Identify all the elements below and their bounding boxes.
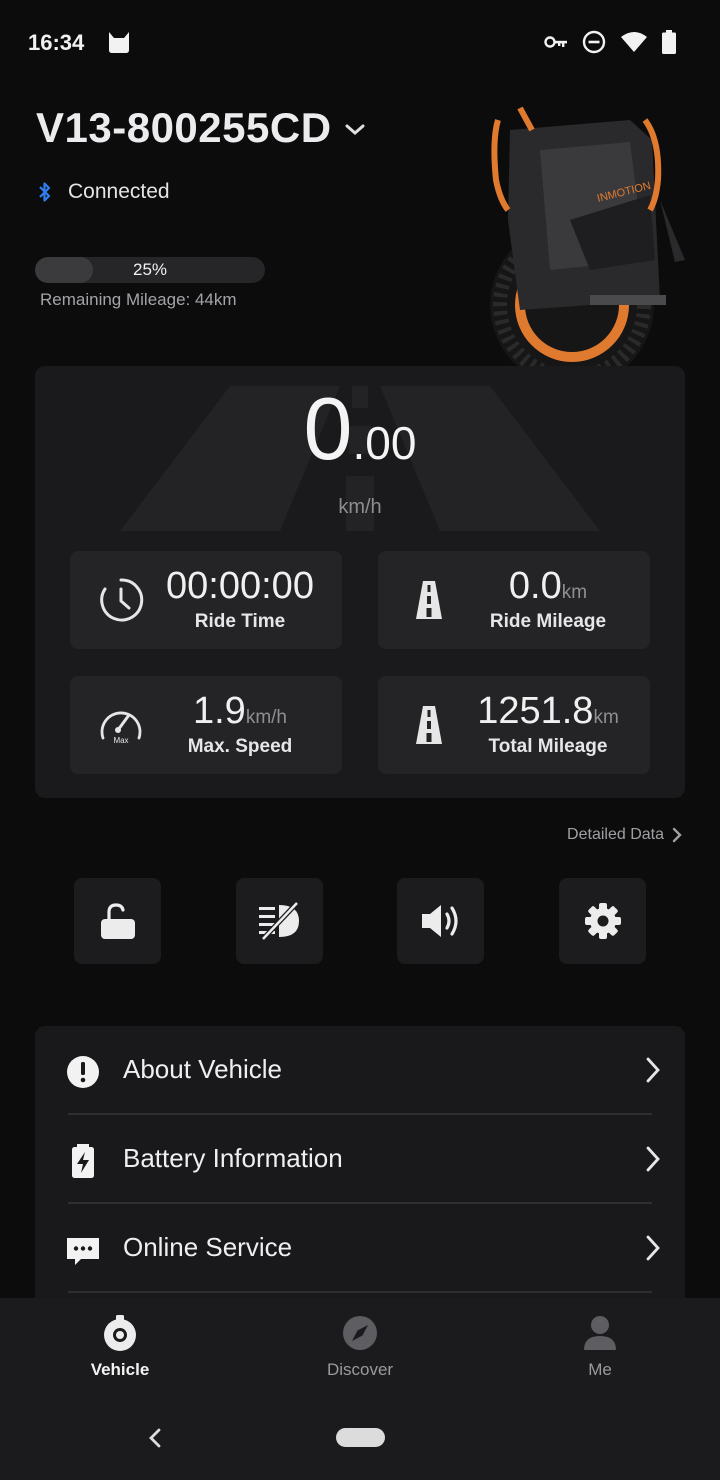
battery-icon [662,30,676,54]
nav-discover[interactable]: Discover [280,1314,440,1380]
battery-percent: 25% [132,260,168,279]
road-icon [416,706,442,744]
menu-battery-information[interactable]: Battery Information [35,1115,685,1204]
road-icon [416,581,442,619]
stat-value: 1.9km/h [192,690,287,732]
nav-vehicle[interactable]: Vehicle [40,1314,200,1380]
chevron-right-icon [646,1146,660,1172]
menu-label: Battery Information [123,1143,343,1173]
system-back-icon[interactable] [146,1428,164,1448]
vpn-key-icon [544,36,567,48]
menu-about-vehicle[interactable]: About Vehicle [35,1026,685,1115]
menu-online-service[interactable]: Online Service [35,1204,685,1293]
chevron-right-icon [646,1057,660,1083]
bluetooth-icon [39,182,51,202]
info-icon [67,1056,99,1088]
stat-total-mileage: 1251.8km Total Mileage [378,676,650,774]
chat-icon [67,1238,99,1265]
battery-progress: 25% [35,257,265,283]
do-not-disturb-icon [582,30,606,54]
wifi-icon [621,32,647,52]
battery-charge-icon [72,1144,94,1178]
stat-label: Ride Time [194,611,286,632]
svg-text:Max: Max [113,736,128,745]
chevron-right-icon [646,1235,660,1261]
menu-label: Online Service [123,1232,293,1262]
settings-button[interactable] [559,878,646,964]
speed-integer: 0 [303,379,353,478]
stat-label: Ride Mileage [489,611,607,632]
stat-value: 1251.8km [477,690,619,732]
speedometer-icon: Max [100,711,142,745]
status-bar: 16:34 [0,0,720,86]
chevron-down-icon [345,124,365,135]
unicycle-image: INMOTION [490,106,685,387]
gear-icon [584,903,621,939]
connection-status: Connected [38,180,170,204]
device-name: V13-800255CD [36,104,332,151]
stat-ride-time: 00:00:00 Ride Time [70,551,342,649]
device-selector[interactable]: V13-800255CD [36,104,366,152]
chevron-right-icon [672,827,682,843]
speaker-icon [421,905,458,937]
speed-decimal: .00 [352,417,417,469]
vehicle-menu: About Vehicle Battery Information Online… [35,1026,685,1316]
remaining-mileage: Remaining Mileage: 44km [40,290,237,309]
stat-label: Max. Speed [187,736,293,757]
headlight-button[interactable] [236,878,323,964]
nav-me[interactable]: Me [520,1314,680,1380]
status-icons [544,30,676,54]
bottom-navigation: Vehicle Discover Me [0,1298,720,1480]
speed-unit: km/h [338,496,382,518]
cat-notification-icon [109,32,129,53]
stat-label: Total Mileage [488,736,608,757]
wheel-icon [104,1315,136,1351]
current-speed: 0.00 [35,378,685,480]
headlight-off-icon [258,901,299,941]
speed-panel: 0.00 km/h 00:00:00 Ride Time 0.0km Ride … [35,366,685,798]
nav-label: Vehicle [90,1360,150,1379]
status-time: 16:34 [28,30,85,55]
stat-value: 00:00:00 [166,565,314,607]
nav-label: Discover [326,1360,394,1379]
nav-label: Me [588,1360,612,1379]
clock-icon [100,578,144,622]
detailed-data-link[interactable]: Detailed Data [567,826,682,844]
person-icon [584,1316,616,1350]
compass-icon [343,1316,377,1350]
unlock-button[interactable] [74,878,161,964]
sound-button[interactable] [397,878,484,964]
menu-label: About Vehicle [123,1054,283,1084]
stat-max-speed: Max 1.9km/h Max. Speed [70,676,342,774]
stat-value: 0.0km [508,565,588,607]
detailed-data-label: Detailed Data [567,826,664,843]
stat-ride-mileage: 0.0km Ride Mileage [378,551,650,649]
connection-text: Connected [68,180,170,203]
unlock-icon [100,903,135,939]
system-home-pill[interactable] [336,1428,385,1447]
menu-divider [68,1291,652,1293]
